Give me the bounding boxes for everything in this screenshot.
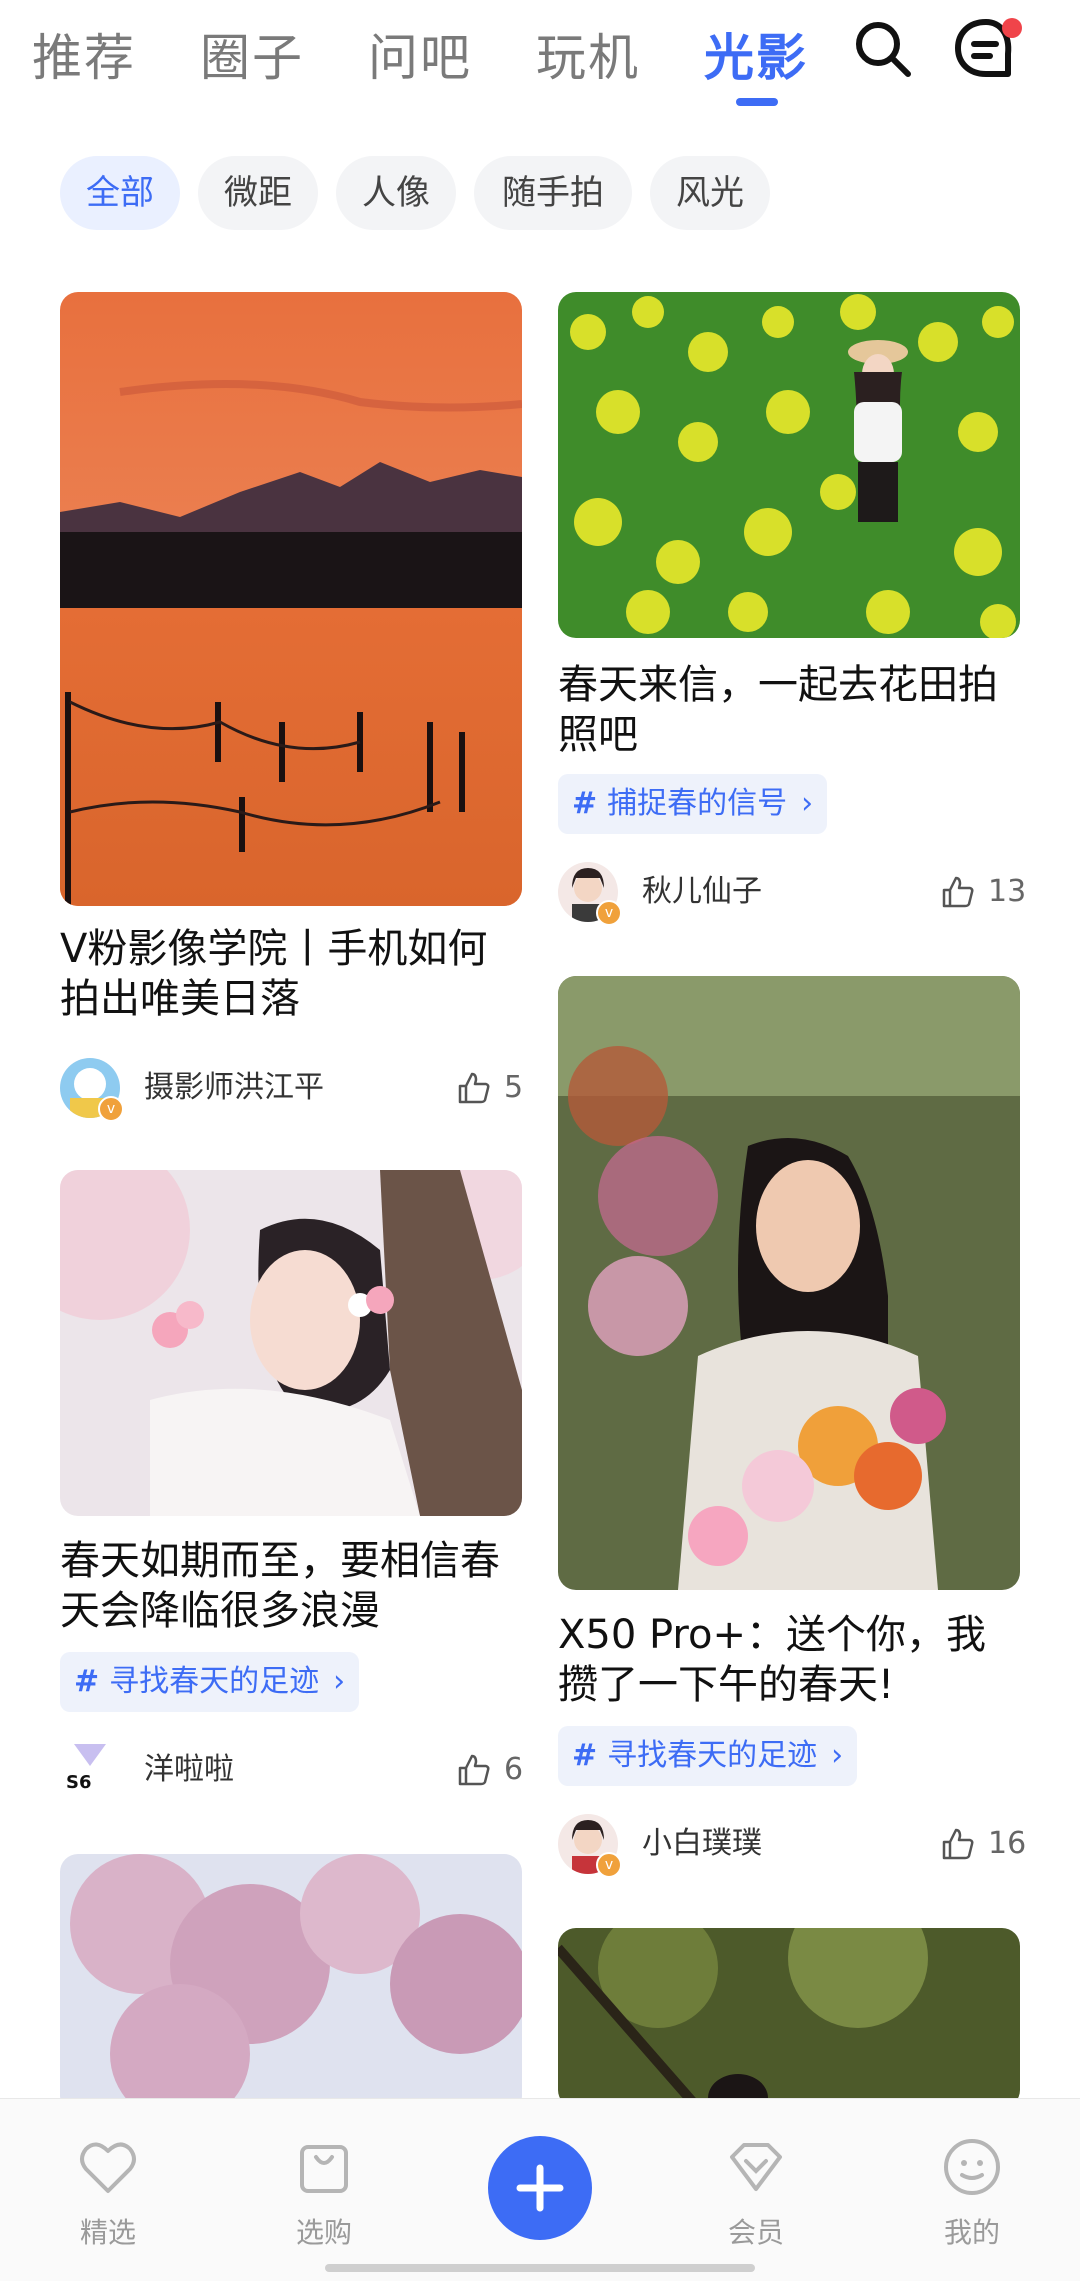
topic-tag[interactable]: # 捕捉春的信号 › bbox=[558, 774, 828, 834]
post-title[interactable]: X50 Pro+：送个你，我 攒了一下午的春天! bbox=[558, 1610, 1020, 1710]
topic-tag[interactable]: # 寻找春天的足迹 › bbox=[558, 1726, 858, 1786]
topic-label: 寻找春天的足迹 bbox=[607, 1738, 818, 1773]
like-count: 13 bbox=[988, 874, 1027, 909]
verified-badge: v bbox=[98, 1096, 124, 1122]
avatar[interactable]: S6 bbox=[60, 1740, 120, 1800]
svg-text:S6: S6 bbox=[66, 1772, 92, 1793]
post-image-flower-field[interactable] bbox=[558, 292, 1020, 638]
topic-tag[interactable]: # 寻找春天的足迹 › bbox=[60, 1652, 360, 1712]
tab-qa[interactable]: 问吧 bbox=[368, 18, 472, 90]
post-image-sunset[interactable] bbox=[60, 292, 522, 906]
smiley-icon bbox=[944, 2139, 1000, 2195]
like-icon[interactable] bbox=[940, 874, 976, 910]
filter-portrait[interactable]: 人像 bbox=[336, 156, 456, 230]
create-post-button[interactable] bbox=[488, 2136, 592, 2240]
post-image-blossom[interactable] bbox=[60, 1170, 522, 1516]
nav-profile[interactable]: 我的 bbox=[912, 2135, 1032, 2251]
tab-photo[interactable]: 光影 bbox=[704, 18, 808, 90]
filter-landscape[interactable]: 风光 bbox=[650, 156, 770, 230]
filter-macro[interactable]: 微距 bbox=[198, 156, 318, 230]
topic-label: 寻找春天的足迹 bbox=[109, 1664, 320, 1699]
author-name[interactable]: 小白璞璞 bbox=[642, 1814, 762, 1874]
nav-featured[interactable]: 精选 bbox=[48, 2135, 168, 2251]
post-title-line: 拍出唯美日落 bbox=[60, 976, 300, 1022]
home-indicator bbox=[325, 2264, 755, 2272]
post-title[interactable]: 春天如期而至，要相信春 天会降临很多浪漫 bbox=[60, 1536, 522, 1636]
top-nav: 推荐 圈子 问吧 玩机 光影 bbox=[0, 0, 1080, 120]
nav-label: 选购 bbox=[295, 2216, 352, 2249]
tab-recommend[interactable]: 推荐 bbox=[32, 18, 136, 90]
search-icon[interactable] bbox=[848, 14, 920, 86]
active-tab-indicator bbox=[736, 98, 778, 106]
author-name[interactable]: 洋啦啦 bbox=[144, 1740, 234, 1800]
nav-label: 我的 bbox=[943, 2216, 1000, 2249]
chevron-right-icon: › bbox=[831, 1738, 844, 1773]
author-name[interactable]: 摄影师洪江平 bbox=[144, 1058, 324, 1118]
nav-label: 会员 bbox=[727, 2216, 784, 2249]
nav-member[interactable]: 会员 bbox=[696, 2135, 816, 2251]
plus-icon bbox=[516, 2164, 564, 2212]
verified-badge: v bbox=[596, 900, 622, 926]
like-count: 16 bbox=[988, 1826, 1027, 1861]
post-title-line: 照吧 bbox=[558, 712, 638, 758]
topic-label: 捕捉春的信号 bbox=[607, 786, 788, 821]
tab-circle[interactable]: 圈子 bbox=[200, 18, 304, 90]
diamond-icon bbox=[730, 2143, 782, 2191]
nav-label: 精选 bbox=[79, 2216, 136, 2249]
post-title-line: 天会降临很多浪漫 bbox=[60, 1588, 380, 1634]
filter-snapshot[interactable]: 随手拍 bbox=[474, 156, 632, 230]
nav-shop[interactable]: 选购 bbox=[264, 2135, 384, 2251]
post-image-portrait[interactable] bbox=[558, 976, 1020, 1590]
post-title-line: X50 Pro+：送个你，我 bbox=[558, 1612, 986, 1658]
author-name[interactable]: 秋儿仙子 bbox=[642, 862, 762, 922]
notification-dot bbox=[1002, 18, 1022, 38]
post-image-forest[interactable] bbox=[558, 1928, 1020, 2108]
like-icon[interactable] bbox=[456, 1752, 492, 1788]
like-count: 5 bbox=[504, 1070, 524, 1105]
like-count: 6 bbox=[504, 1752, 524, 1787]
hash-icon: # bbox=[572, 786, 598, 821]
post-title[interactable]: 春天来信，一起去花田拍 照吧 bbox=[558, 660, 1020, 760]
like-icon[interactable] bbox=[456, 1070, 492, 1106]
chevron-right-icon: › bbox=[333, 1664, 346, 1699]
post-title-line: 攒了一下午的春天! bbox=[558, 1662, 895, 1708]
hash-icon: # bbox=[572, 1738, 598, 1773]
post-title-line: V粉影像学院丨手机如何 bbox=[60, 926, 488, 972]
post-title[interactable]: V粉影像学院丨手机如何 拍出唯美日落 bbox=[60, 924, 522, 1024]
filter-all[interactable]: 全部 bbox=[60, 156, 180, 230]
verified-badge: v bbox=[596, 1852, 622, 1878]
post-title-line: 春天来信，一起去花田拍 bbox=[558, 662, 998, 708]
heart-icon bbox=[80, 2142, 136, 2193]
tab-device[interactable]: 玩机 bbox=[536, 18, 640, 90]
like-icon[interactable] bbox=[940, 1826, 976, 1862]
shopping-bag-icon bbox=[300, 2145, 348, 2193]
chevron-right-icon: › bbox=[801, 786, 814, 821]
post-title-line: 春天如期而至，要相信春 bbox=[60, 1538, 500, 1584]
post-image-cherry[interactable] bbox=[60, 1854, 522, 2114]
hash-icon: # bbox=[74, 1664, 100, 1699]
